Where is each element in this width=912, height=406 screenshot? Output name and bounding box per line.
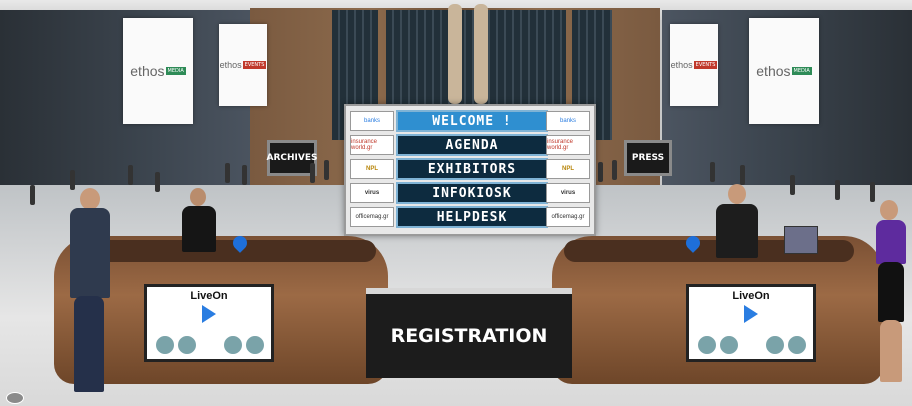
registration-sign[interactable]: REGISTRATION: [366, 288, 572, 378]
thumb-icon: [697, 335, 717, 355]
sponsor-logo[interactable]: virus: [546, 183, 590, 203]
sponsor-logo[interactable]: virus: [350, 183, 394, 203]
banner-brand: ethos: [219, 60, 242, 70]
navigation-board: WELCOME ! AGENDA EXHIBITORS INFOKIOSK HE…: [344, 104, 596, 236]
eye-icon[interactable]: [6, 392, 24, 404]
laptop: [784, 226, 818, 254]
thumb-icon: [177, 335, 197, 355]
banner-left-small: ethos EVENTS: [219, 24, 267, 106]
sponsor-logo[interactable]: NPL: [546, 159, 590, 179]
sponsor-logo[interactable]: banks: [546, 111, 590, 131]
menu-infokiosk[interactable]: INFOKIOSK: [396, 182, 548, 204]
thumb-icon: [223, 335, 243, 355]
banner-brand: ethos: [756, 63, 791, 79]
banner-tag: EVENTS: [242, 61, 267, 69]
thumb-icon: [245, 335, 265, 355]
sponsor-logo[interactable]: insurance world.gr: [546, 135, 590, 155]
menu-agenda[interactable]: AGENDA: [396, 134, 548, 156]
thumb-icon: [719, 335, 739, 355]
menu-welcome[interactable]: WELCOME !: [396, 110, 548, 132]
play-icon: [744, 305, 758, 323]
banner-brand: ethos: [130, 63, 165, 79]
menu-helpdesk[interactable]: HELPDESK: [396, 206, 548, 228]
sponsor-logo[interactable]: NPL: [350, 159, 394, 179]
sculpture-left: [448, 4, 462, 104]
press-sign[interactable]: PRESS: [624, 140, 672, 176]
banner-right-small: ethos EVENTS: [670, 24, 718, 106]
desk-top-left: [86, 240, 376, 262]
play-icon: [202, 305, 216, 323]
banner-tag: EVENTS: [693, 61, 718, 69]
banner-right-large: ethos MEDIA: [749, 18, 819, 124]
sponsor-logo[interactable]: banks: [350, 111, 394, 131]
banner-tag: MEDIA: [165, 67, 186, 75]
banner-tag: MEDIA: [791, 67, 812, 75]
banner-left-large: ethos MEDIA: [123, 18, 193, 124]
liveon-screen-left[interactable]: LiveOn: [144, 284, 274, 362]
sponsor-logo[interactable]: insurance world.gr: [350, 135, 394, 155]
banner-brand: ethos: [670, 60, 693, 70]
menu-exhibitors[interactable]: EXHIBITORS: [396, 158, 548, 180]
thumb-icon: [787, 335, 807, 355]
virtual-lobby-scene: ethos MEDIA ethos EVENTS ethos EVENTS ethos…: [0, 0, 912, 406]
screen-title: LiveOn: [732, 290, 770, 302]
sponsor-logo[interactable]: officemag.gr: [546, 207, 590, 227]
thumb-icon: [765, 335, 785, 355]
thumb-icon: [155, 335, 175, 355]
sculpture-right: [474, 4, 488, 104]
screen-title: LiveOn: [190, 290, 228, 302]
liveon-screen-right[interactable]: LiveOn: [686, 284, 816, 362]
sponsor-logo[interactable]: officemag.gr: [350, 207, 394, 227]
